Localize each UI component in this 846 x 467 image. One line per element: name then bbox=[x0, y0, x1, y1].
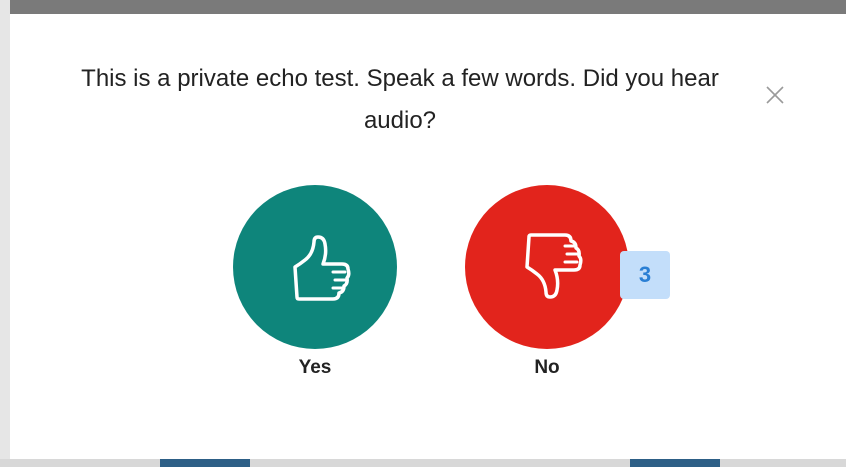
background-button bbox=[160, 459, 250, 467]
no-button[interactable]: No bbox=[465, 185, 629, 378]
backdrop bbox=[0, 0, 846, 14]
thumbs-down-icon bbox=[525, 233, 583, 299]
no-circle[interactable] bbox=[465, 185, 629, 349]
echo-test-dialog: This is a private echo test. Speak a few… bbox=[10, 14, 846, 459]
thumbs-up-icon bbox=[293, 235, 351, 301]
no-label: No bbox=[534, 357, 560, 378]
close-button[interactable] bbox=[762, 82, 788, 108]
echo-test-prompt: This is a private echo test. Speak a few… bbox=[81, 65, 719, 134]
yes-circle[interactable] bbox=[233, 185, 397, 349]
background-button bbox=[630, 459, 720, 467]
yes-label: Yes bbox=[298, 357, 332, 378]
countdown-badge: 3 bbox=[620, 251, 670, 299]
close-icon bbox=[766, 86, 784, 104]
yes-button[interactable]: Yes bbox=[233, 185, 397, 378]
backdrop-left-edge bbox=[0, 0, 10, 467]
